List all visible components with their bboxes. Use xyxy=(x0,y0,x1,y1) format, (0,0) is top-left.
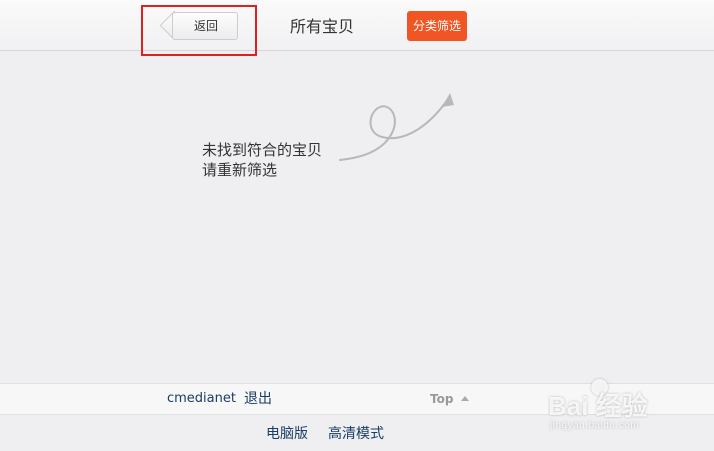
username: cmedianet xyxy=(167,391,236,406)
desktop-version-link[interactable]: 电脑版 xyxy=(266,425,308,443)
curl-arrow-icon xyxy=(339,93,454,161)
empty-state-line1: 未找到符合的宝贝 xyxy=(202,141,323,159)
caret-up-icon[interactable] xyxy=(461,396,469,401)
hd-mode-link[interactable]: 高清模式 xyxy=(328,425,384,443)
back-to-top-link[interactable]: Top xyxy=(430,391,453,407)
page-title: 所有宝贝 xyxy=(290,17,355,36)
annotation-highlight-box xyxy=(141,5,257,56)
logout-link[interactable]: 退出 xyxy=(244,390,272,408)
empty-state-message: 未找到符合的宝贝 请重新筛选 xyxy=(202,140,322,180)
footer-bar: cmedianet 退出 Top xyxy=(0,383,714,415)
category-filter-button[interactable]: 分类筛选 xyxy=(407,11,467,41)
empty-state-line2: 请重新筛选 xyxy=(202,161,278,179)
footer-links: 电脑版 高清模式 xyxy=(0,415,714,451)
top-bar: 返回 所有宝贝 分类筛选 xyxy=(0,0,714,56)
